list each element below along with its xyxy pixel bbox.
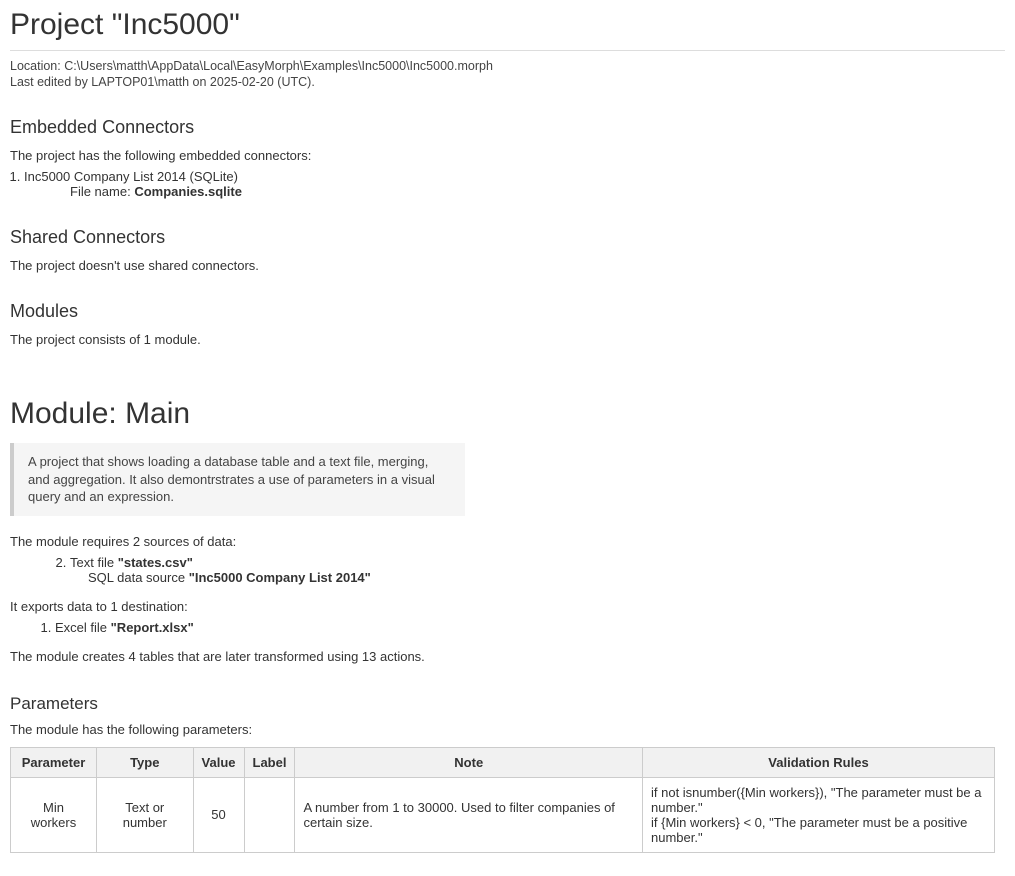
col-validation: Validation Rules: [643, 747, 995, 777]
cell-parameter: Min workers: [11, 777, 97, 852]
module-title: Module: Main: [10, 397, 1005, 431]
tables-line: The module creates 4 tables that are lat…: [10, 649, 1005, 664]
source-sql-name: "Inc5000 Company List 2014": [189, 570, 371, 585]
embedded-connectors-heading: Embedded Connectors: [10, 117, 1005, 138]
project-title: Project "Inc5000": [10, 8, 1005, 51]
source-sql: SQL data source "Inc5000 Company List 20…: [88, 570, 1005, 585]
embedded-connector-file: File name: Companies.sqlite: [70, 184, 1005, 199]
parameters-table: Parameter Type Value Label Note Validati…: [10, 747, 995, 853]
module-description: A project that shows loading a database …: [10, 443, 465, 516]
shared-connectors-heading: Shared Connectors: [10, 227, 1005, 248]
source-text-prefix: Text file: [70, 555, 118, 570]
col-label: Label: [244, 747, 295, 777]
last-edited-line: Last edited by LAPTOP01\matth on 2025-02…: [10, 75, 1005, 89]
file-name: Companies.sqlite: [134, 184, 242, 199]
dest-intro: It exports data to 1 destination:: [10, 599, 1005, 614]
dest-prefix: Excel file: [55, 620, 111, 635]
col-value: Value: [193, 747, 244, 777]
table-row: Min workers Text or number 50 A number f…: [11, 777, 995, 852]
dest-item: Excel file "Report.xlsx": [55, 620, 1005, 635]
sources-intro: The module requires 2 sources of data:: [10, 534, 1005, 549]
location-line: Location: C:\Users\matth\AppData\Local\E…: [10, 59, 1005, 73]
validation-rule-2: if {Min workers} < 0, "The parameter mus…: [651, 815, 986, 845]
col-parameter: Parameter: [11, 747, 97, 777]
col-note: Note: [295, 747, 643, 777]
cell-note: A number from 1 to 30000. Used to filter…: [295, 777, 643, 852]
parameters-intro: The module has the following parameters:: [10, 722, 1005, 737]
source-text-file: Text file "states.csv": [70, 555, 1005, 570]
cell-value: 50: [193, 777, 244, 852]
col-type: Type: [96, 747, 193, 777]
source-text-name: "states.csv": [118, 555, 193, 570]
dest-name: "Report.xlsx": [111, 620, 194, 635]
sources-list: Text file "states.csv": [70, 555, 1005, 570]
embedded-connector-item: Inc5000 Company List 2014 (SQLite): [24, 169, 1005, 184]
validation-rule-1: if not isnumber({Min workers}), "The par…: [651, 785, 986, 815]
file-label: File name:: [70, 184, 134, 199]
source-sql-prefix: SQL data source: [88, 570, 189, 585]
dest-list: Excel file "Report.xlsx": [55, 620, 1005, 635]
shared-connectors-text: The project doesn't use shared connector…: [10, 258, 1005, 273]
embedded-connectors-intro: The project has the following embedded c…: [10, 148, 1005, 163]
embedded-connector-list: Inc5000 Company List 2014 (SQLite): [10, 169, 1005, 184]
cell-validation: if not isnumber({Min workers}), "The par…: [643, 777, 995, 852]
modules-text: The project consists of 1 module.: [10, 332, 1005, 347]
modules-heading: Modules: [10, 301, 1005, 322]
cell-label: [244, 777, 295, 852]
parameters-heading: Parameters: [10, 694, 1005, 714]
cell-type: Text or number: [96, 777, 193, 852]
table-header-row: Parameter Type Value Label Note Validati…: [11, 747, 995, 777]
